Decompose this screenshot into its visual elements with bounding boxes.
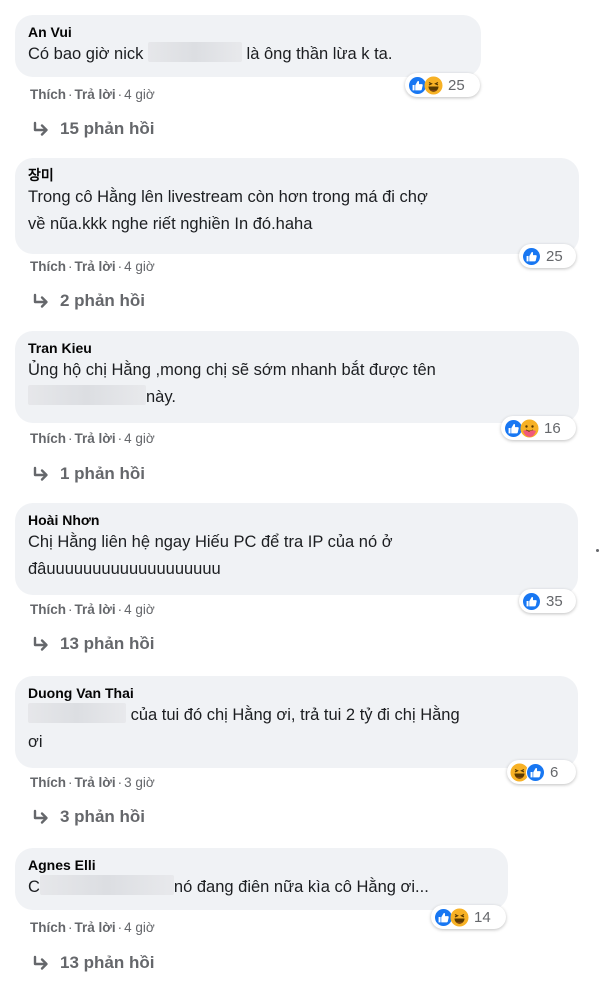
reaction-count: 16 [544, 419, 561, 437]
comment-time[interactable]: 4 giờ [124, 602, 155, 617]
comment-text: Trong cô Hằng lên livestream còn hơn tro… [28, 188, 428, 233]
reply-link[interactable]: Trả lời [75, 775, 116, 790]
reply-link[interactable]: Trả lời [75, 602, 116, 617]
comment-actions: Thích · Trả lời · 4 giờ [30, 431, 155, 446]
more-options-dot[interactable] [596, 549, 599, 552]
comment-text: Cnó đang điên nữa kìa cô Hằng ơi... [28, 874, 496, 901]
view-replies-link[interactable]: 3 phản hồi [32, 807, 145, 827]
comment-time[interactable]: 4 giờ [124, 431, 155, 446]
comment-author[interactable]: 장미 [28, 166, 567, 184]
reply-arrow-icon [33, 466, 48, 481]
comment-bubble: Hoài Nhơn Chị Hằng liên hệ ngay Hiếu PC … [15, 503, 578, 595]
comment-bubble: Duong Van Thai của tui đó chị Hằng ơi, t… [15, 676, 578, 768]
comment-text: Chị Hằng liên hệ ngay Hiếu PC để tra IP … [28, 533, 393, 578]
comment-actions: Thích · Trả lời · 4 giờ [30, 602, 155, 617]
reaction-count: 6 [550, 763, 559, 781]
reply-arrow-icon [33, 636, 48, 651]
comment-actions: Thích · Trả lời · 4 giờ [30, 920, 155, 935]
reaction-summary[interactable]: 35 [519, 589, 576, 613]
reaction-summary[interactable]: 14 [431, 905, 506, 929]
reaction-count: 14 [474, 908, 491, 926]
view-replies-link[interactable]: 2 phản hồi [32, 291, 145, 311]
reply-link[interactable]: Trả lời [75, 431, 116, 446]
like-link[interactable]: Thích [30, 775, 66, 790]
comment-bubble: Tran Kieu Ủng hộ chị Hằng ,mong chị sẽ s… [15, 331, 579, 423]
haha-icon [450, 907, 469, 927]
care-icon [520, 418, 539, 438]
reaction-summary[interactable]: 6 [507, 760, 576, 784]
reply-arrow-icon [33, 293, 48, 308]
reaction-count: 35 [546, 592, 563, 610]
comment-author[interactable]: Agnes Elli [28, 856, 496, 874]
like-icon [526, 762, 545, 782]
comment-time[interactable]: 3 giờ [124, 775, 155, 790]
redacted-name [28, 703, 126, 723]
comment-author[interactable]: Hoài Nhơn [28, 511, 566, 529]
view-replies-link[interactable]: 13 phản hồi [32, 953, 154, 973]
reply-arrow-icon [33, 809, 48, 824]
like-link[interactable]: Thích [30, 602, 66, 617]
comment-actions: Thích · Trả lời · 4 giờ [30, 259, 155, 274]
comment-author[interactable]: Tran Kieu [28, 339, 567, 357]
redacted-name [28, 385, 146, 405]
comment-bubble: Agnes Elli Cnó đang điên nữa kìa cô Hằng… [15, 848, 508, 910]
comment-text: của tui đó chị Hằng ơi, trả tui 2 tỷ đi … [28, 702, 566, 756]
like-icon [522, 591, 541, 611]
view-replies-link[interactable]: 13 phản hồi [32, 634, 154, 654]
comment-time[interactable]: 4 giờ [124, 259, 155, 274]
comment-time[interactable]: 4 giờ [124, 920, 155, 935]
reaction-summary[interactable]: 16 [501, 416, 576, 440]
reply-link[interactable]: Trả lời [75, 920, 116, 935]
comment-bubble: 장미 Trong cô Hằng lên livestream còn hơn … [15, 158, 579, 254]
reply-arrow-icon [33, 955, 48, 970]
like-icon [522, 246, 541, 266]
comment-author[interactable]: Duong Van Thai [28, 684, 566, 702]
view-replies-link[interactable]: 1 phản hồi [32, 464, 145, 484]
comment-text: Ủng hộ chị Hằng ,mong chị sẽ sớm nhanh b… [28, 361, 436, 406]
like-link[interactable]: Thích [30, 431, 66, 446]
comment: Agnes Elli Cnó đang điên nữa kìa cô Hằng… [0, 0, 600, 972]
reply-link[interactable]: Trả lời [75, 259, 116, 274]
like-link[interactable]: Thích [30, 259, 66, 274]
reaction-count: 25 [546, 247, 563, 265]
comment-actions: Thích · Trả lời · 3 giờ [30, 775, 155, 790]
redacted-name [39, 875, 174, 895]
like-link[interactable]: Thích [30, 920, 66, 935]
reaction-summary[interactable]: 25 [519, 244, 576, 268]
